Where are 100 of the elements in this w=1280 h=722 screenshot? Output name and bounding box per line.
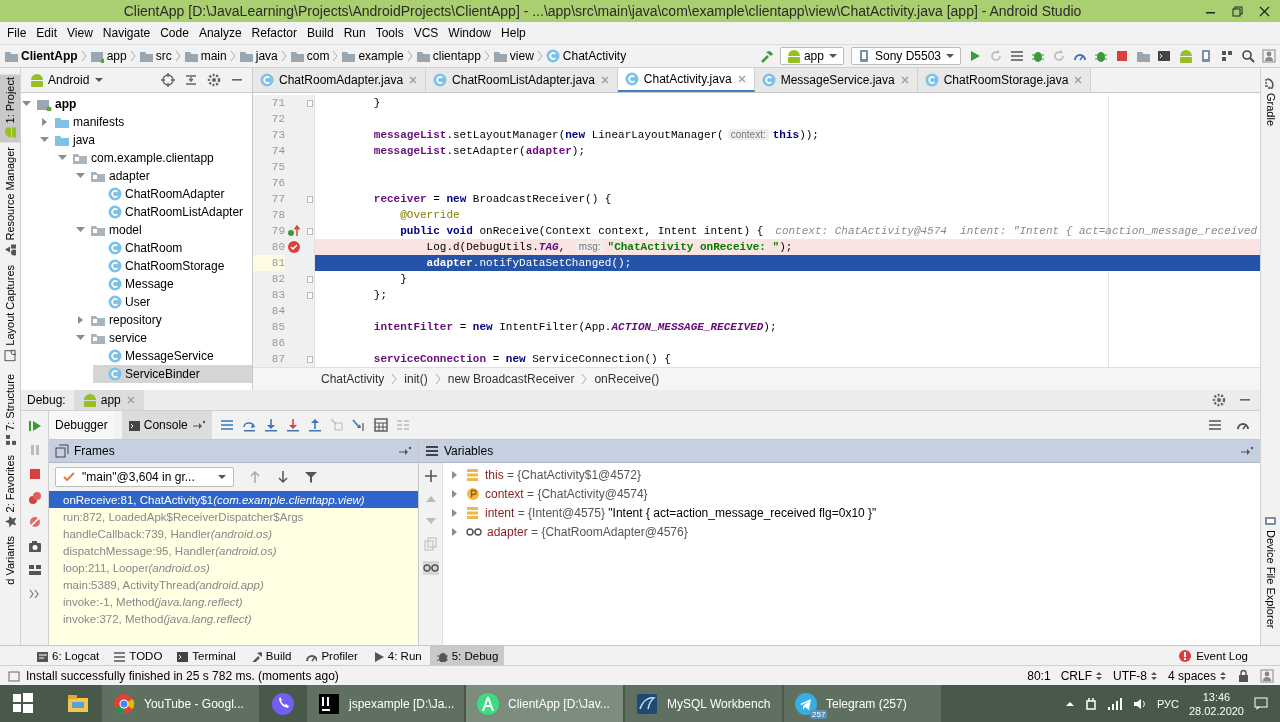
- variable-entry[interactable]: intent = {Intent@4575} "Intent { act=action_message_received flg=0x10 }": [485, 505, 877, 520]
- breakpoints-icon[interactable]: [27, 491, 42, 505]
- tool-window-tab[interactable]: 7: Structure: [0, 370, 20, 450]
- tool-window-tab[interactable]: 6: Logcat: [30, 645, 106, 666]
- drop-frame-icon[interactable]: [329, 418, 344, 432]
- glasses-icon[interactable]: [422, 561, 439, 575]
- camera-icon[interactable]: [27, 539, 42, 553]
- debugger-tab[interactable]: Debugger: [49, 411, 114, 439]
- language-indicator[interactable]: РУС: [1156, 697, 1179, 710]
- menu-item[interactable]: File: [2, 26, 32, 40]
- editor-tab[interactable]: ChatActivity.java: [617, 68, 755, 92]
- person-icon[interactable]: [1262, 49, 1276, 63]
- menu-item[interactable]: Window: [443, 26, 497, 40]
- tool-window-tab[interactable]: Resource Manager: [0, 144, 20, 261]
- menu-item[interactable]: View: [62, 26, 98, 40]
- fold-marker-icon[interactable]: [307, 226, 313, 236]
- status-icon[interactable]: [8, 669, 20, 682]
- fold-marker-icon[interactable]: [307, 354, 313, 364]
- menu-item[interactable]: Refactor: [246, 26, 302, 40]
- caret-position[interactable]: 80:1: [1027, 668, 1051, 683]
- encoding-selector[interactable]: UTF-8: [1112, 668, 1158, 683]
- tool-window-tab[interactable]: d Variants: [0, 533, 20, 588]
- breadcrumb-item[interactable]: onReceive(): [594, 372, 660, 386]
- bug-icon[interactable]: [1031, 49, 1045, 63]
- clock-time[interactable]: 13:46: [1202, 689, 1231, 704]
- fold-marker-icon[interactable]: [307, 290, 313, 300]
- menu-item[interactable]: VCS: [408, 26, 444, 40]
- android-icon[interactable]: [1178, 49, 1192, 63]
- editor-tab[interactable]: ChatRoomAdapter.java: [253, 68, 427, 92]
- rerun-icon[interactable]: [1052, 49, 1066, 63]
- tool-window-tab[interactable]: 5: Debug: [429, 645, 505, 666]
- run-icon[interactable]: [968, 49, 982, 63]
- taskbar-button[interactable]: ClientApp [D:\Jav...: [466, 685, 623, 722]
- tree-item[interactable]: ChatRoomListAdapter: [93, 203, 252, 221]
- menu-item[interactable]: Edit: [31, 26, 63, 40]
- chevron-up-icon[interactable]: [1064, 699, 1075, 708]
- run-to-cursor-icon[interactable]: [351, 418, 366, 432]
- taskbar-button[interactable]: jspexample [D:\Ja...: [307, 685, 464, 722]
- breadcrumb-item[interactable]: ChatActivity: [321, 372, 385, 386]
- add-icon[interactable]: [423, 469, 438, 483]
- step-into-icon[interactable]: [263, 418, 278, 432]
- menu-item[interactable]: Analyze: [193, 26, 247, 40]
- stack-frame[interactable]: invoke:-1, Method(java.lang.reflect): [49, 593, 418, 610]
- tree-item[interactable]: app: [21, 95, 252, 113]
- tree-item[interactable]: adapter: [75, 167, 252, 185]
- pin-icon[interactable]: [191, 419, 206, 431]
- breadcrumb-item[interactable]: src: [155, 49, 172, 63]
- close-icon[interactable]: [1259, 5, 1270, 17]
- start-icon[interactable]: [12, 692, 34, 714]
- person-icon[interactable]: [1260, 668, 1274, 683]
- editor-tab[interactable]: MessageService.java: [754, 68, 918, 92]
- breadcrumb-item[interactable]: view: [509, 49, 534, 63]
- breadcrumb-item[interactable]: ChatActivity: [562, 49, 627, 63]
- stack-frame[interactable]: run:872, LoadedApk$ReceiverDispatcher$Args: [49, 508, 418, 525]
- search-icon[interactable]: [1241, 49, 1255, 63]
- stack-frame[interactable]: dispatchMessage:95, Handler(android.os): [49, 542, 418, 559]
- force-step-into-icon[interactable]: [285, 418, 300, 432]
- up-arrow-icon[interactable]: [248, 470, 262, 484]
- device-dropdown[interactable]: Sony D5503: [850, 47, 961, 65]
- power-icon[interactable]: [1084, 696, 1097, 711]
- tree-item[interactable]: com.example.clientapp: [57, 149, 252, 167]
- tree-item[interactable]: java: [39, 131, 252, 149]
- settings-icon[interactable]: [207, 73, 221, 87]
- menu-item[interactable]: Build: [301, 26, 339, 40]
- stop-icon[interactable]: [1115, 49, 1129, 63]
- tree-item[interactable]: ChatRoom: [93, 239, 252, 257]
- stack-frame[interactable]: handleCallback:739, Handler(android.os): [49, 525, 418, 542]
- menu-item[interactable]: Navigate: [97, 26, 156, 40]
- phone-icon[interactable]: [1199, 49, 1213, 63]
- fold-marker-icon[interactable]: [307, 98, 313, 108]
- restore-icon[interactable]: [1232, 5, 1243, 17]
- pin-icon[interactable]: [1240, 445, 1254, 457]
- breadcrumb-item[interactable]: main: [200, 49, 227, 63]
- tree-item[interactable]: model: [75, 221, 252, 239]
- menu-icon[interactable]: [1208, 418, 1222, 432]
- taskbar-button[interactable]: MySQL Workbench: [625, 685, 782, 722]
- terminal-icon[interactable]: [1157, 49, 1171, 63]
- line-separator-selector[interactable]: CRLF: [1060, 668, 1103, 683]
- tree-item[interactable]: service: [75, 329, 252, 347]
- stack-frame[interactable]: invoke:372, Method(java.lang.reflect): [49, 610, 418, 627]
- tree-item[interactable]: Message: [93, 275, 252, 293]
- step-out-icon[interactable]: [307, 418, 322, 432]
- editor-tab[interactable]: ChatRoomListAdapter.java: [426, 68, 618, 92]
- taskbar-button[interactable]: Telegram (257) 257: [784, 685, 941, 722]
- breadcrumb-item[interactable]: ClientApp: [21, 49, 78, 63]
- filter-icon[interactable]: [304, 470, 318, 484]
- tool-window-tab[interactable]: Terminal: [170, 645, 242, 666]
- target-icon[interactable]: [161, 73, 175, 87]
- breakpoint-icon[interactable]: [287, 240, 301, 254]
- taskbar-button[interactable]: YouTube - Googl...: [102, 685, 259, 722]
- list-icon[interactable]: [1010, 49, 1024, 63]
- indent-selector[interactable]: 4 spaces: [1167, 668, 1227, 683]
- view-dropdown[interactable]: Android: [29, 73, 105, 87]
- variable-entry[interactable]: this = {ChatActivity$1@4572}: [485, 467, 641, 482]
- stack-frame[interactable]: loop:211, Looper(android.os): [49, 559, 418, 576]
- calculator-icon[interactable]: [373, 418, 388, 432]
- tree-item[interactable]: ChatRoomStorage: [93, 257, 252, 275]
- tool-window-tab[interactable]: Profiler: [299, 645, 364, 666]
- override-icon[interactable]: [287, 224, 301, 238]
- folder-icon[interactable]: [1136, 49, 1150, 63]
